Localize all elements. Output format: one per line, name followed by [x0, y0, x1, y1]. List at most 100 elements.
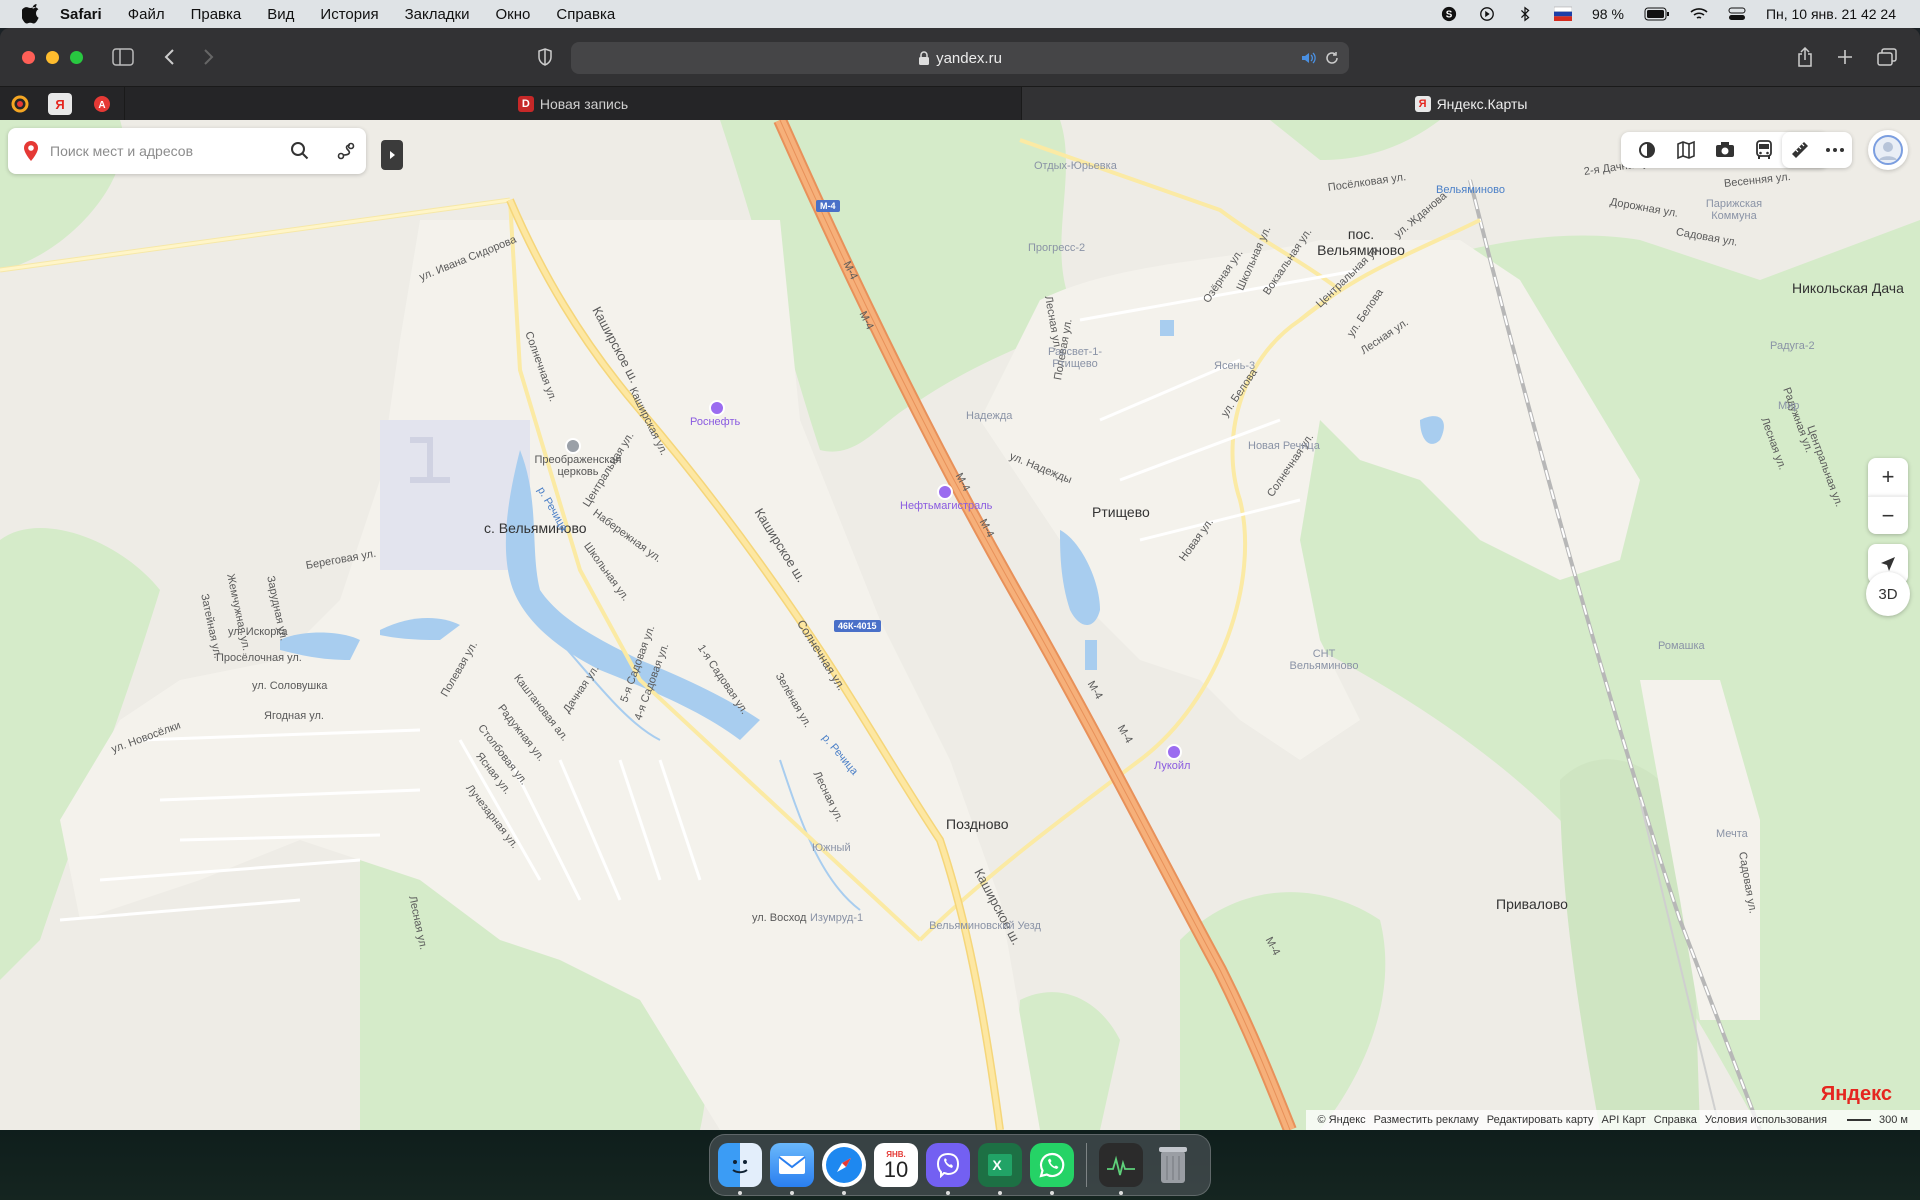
regional-road-shield: 46К-4015 [834, 620, 881, 632]
tab-overview-icon[interactable] [1874, 45, 1900, 69]
scale-bar [1847, 1119, 1872, 1121]
svg-text:A: A [98, 100, 105, 111]
sidebar-toggle-icon[interactable] [110, 45, 136, 69]
ruler-icon[interactable] [1790, 140, 1810, 160]
footer-advertise-link[interactable]: Разместить рекламу [1374, 1114, 1479, 1126]
menu-file[interactable]: Файл [128, 6, 165, 23]
pinned-tab-translate[interactable]: A [90, 93, 114, 115]
place-velyaminovo-village[interactable]: с. Вельяминово [484, 520, 587, 536]
map-layer-icon[interactable] [1666, 132, 1705, 168]
route-icon[interactable] [336, 141, 356, 161]
footer-edit-map-link[interactable]: Редактировать карту [1487, 1114, 1594, 1126]
menu-help[interactable]: Справка [556, 6, 615, 23]
menu-app-name[interactable]: Safari [60, 6, 102, 23]
menu-bookmarks[interactable]: Закладки [405, 6, 470, 23]
calendar-icon[interactable]: ЯНВ. 10 [874, 1143, 918, 1187]
menu-history[interactable]: История [320, 6, 378, 23]
viber-icon[interactable] [926, 1143, 970, 1195]
menu-window[interactable]: Окно [496, 6, 531, 23]
yandex-logo-text: Яндекс [1820, 1083, 1892, 1105]
battery-percent: 98 % [1592, 6, 1624, 22]
place-rtishchevo[interactable]: Ртищево [1092, 504, 1150, 520]
skype-icon[interactable]: S [1440, 6, 1458, 22]
map-canvas[interactable]: M-4 46К-4015 М-4 М-4 М-4 М-4 М-4 М-4 М-4… [0, 120, 1920, 1130]
street-iskorka: ул. Искорка [228, 626, 288, 638]
more-icon[interactable] [1825, 147, 1845, 153]
neftemagistral-poi-icon[interactable] [937, 484, 953, 500]
place-pozdnovo[interactable]: Поздново [946, 816, 1009, 832]
church-poi-icon[interactable] [565, 438, 581, 454]
poi-rosneft[interactable]: Роснефть [690, 416, 740, 428]
panel-collapse-button[interactable] [381, 140, 403, 170]
user-avatar[interactable] [1868, 130, 1908, 170]
lukoil-poi-icon[interactable] [1166, 744, 1182, 760]
excel-icon[interactable]: X [978, 1143, 1022, 1195]
search-icon[interactable] [290, 141, 310, 161]
menu-edit[interactable]: Правка [191, 6, 242, 23]
footer-help-link[interactable]: Справка [1654, 1114, 1697, 1126]
3d-mode-button[interactable]: 3D [1866, 572, 1910, 616]
poi-lukoil[interactable]: Лукойл [1154, 760, 1190, 772]
footer-copyright: © Яндекс [1317, 1114, 1366, 1126]
bluetooth-icon[interactable] [1516, 6, 1534, 22]
map-footer: © Яндекс Разместить рекламу Редактироват… [1305, 1110, 1920, 1130]
tab-yandex-maps-favicon: Я [1414, 96, 1431, 112]
area-snt: СНТ Вельяминово [1289, 648, 1359, 672]
area-yuzhny: Южный [812, 842, 851, 854]
tab-new-post[interactable]: D Новая запись [124, 87, 1022, 121]
share-icon[interactable] [1792, 45, 1818, 69]
language-flag-icon[interactable] [1554, 6, 1573, 22]
zoom-out-button[interactable]: − [1868, 496, 1908, 534]
activity-monitor-icon[interactable] [1099, 1143, 1143, 1195]
map-pin-icon [24, 141, 38, 161]
area-yasen: Ясень-3 [1214, 360, 1256, 372]
area-progress: Прогресс-2 [1028, 242, 1086, 254]
battery-icon[interactable] [1644, 6, 1670, 22]
area-otdykh: Отдых-Юрьевка [1034, 160, 1117, 172]
mail-icon[interactable] [770, 1143, 814, 1195]
apple-menu-icon[interactable] [22, 4, 42, 24]
place-privalovo[interactable]: Привалово [1496, 896, 1568, 912]
pinned-tab-timer[interactable] [8, 93, 32, 115]
menu-bar: Safari Файл Правка Вид История Закладки … [0, 0, 1920, 28]
minimize-button[interactable] [46, 51, 59, 64]
whatsapp-icon[interactable] [1030, 1143, 1074, 1195]
trash-icon[interactable] [1151, 1143, 1195, 1187]
tab-yandex-maps[interactable]: Я Яндекс.Карты [1022, 87, 1920, 121]
yandex-logo[interactable]: Яндекс [1821, 1083, 1892, 1106]
address-bar[interactable]: yandex.ru [571, 42, 1349, 74]
svg-text:X: X [992, 1157, 1002, 1173]
finder-icon[interactable] [718, 1143, 762, 1195]
new-tab-icon[interactable] [1832, 45, 1858, 69]
wifi-icon[interactable] [1690, 6, 1708, 22]
pinned-tab-yandex[interactable]: Я [48, 93, 72, 115]
footer-api-link[interactable]: API Карт [1602, 1114, 1646, 1126]
forward-icon[interactable] [196, 45, 222, 69]
menu-view[interactable]: Вид [267, 6, 294, 23]
audio-playing-icon[interactable] [1301, 51, 1317, 65]
place-nikolskaya-dacha[interactable]: Никольская Дача [1792, 280, 1904, 296]
reload-icon[interactable] [1325, 51, 1339, 65]
panorama-camera-icon[interactable] [1705, 132, 1744, 168]
lock-icon [919, 51, 930, 65]
close-button[interactable] [22, 51, 35, 64]
tab-bar: Я A D Новая запись Я Яндекс.Карты [0, 86, 1920, 121]
traffic-layer-icon[interactable] [1627, 132, 1666, 168]
browser-window: yandex.ru Я A D Новая запись Я Яндекс.Ка… [0, 28, 1920, 1130]
zoom-button[interactable] [70, 51, 83, 64]
dock: ЯНВ. 10 X [709, 1134, 1211, 1196]
rosneft-poi-icon[interactable] [709, 400, 725, 416]
transit-bus-icon[interactable] [1744, 132, 1783, 168]
footer-terms-link[interactable]: Условия использования [1705, 1114, 1827, 1126]
svg-text:S: S [1446, 10, 1453, 21]
back-icon[interactable] [156, 45, 182, 69]
scale-label: 300 м [1879, 1114, 1908, 1126]
poi-neftemagistral[interactable]: Нефтьмагистраль [900, 500, 992, 512]
play-icon[interactable] [1478, 6, 1496, 22]
control-center-icon[interactable] [1728, 6, 1746, 22]
menu-clock[interactable]: Пн, 10 янв. 21 42 24 [1766, 6, 1896, 22]
privacy-shield-icon[interactable] [532, 45, 558, 69]
search-input[interactable] [50, 143, 270, 159]
safari-icon[interactable] [822, 1143, 866, 1195]
zoom-in-button[interactable]: + [1868, 458, 1908, 496]
